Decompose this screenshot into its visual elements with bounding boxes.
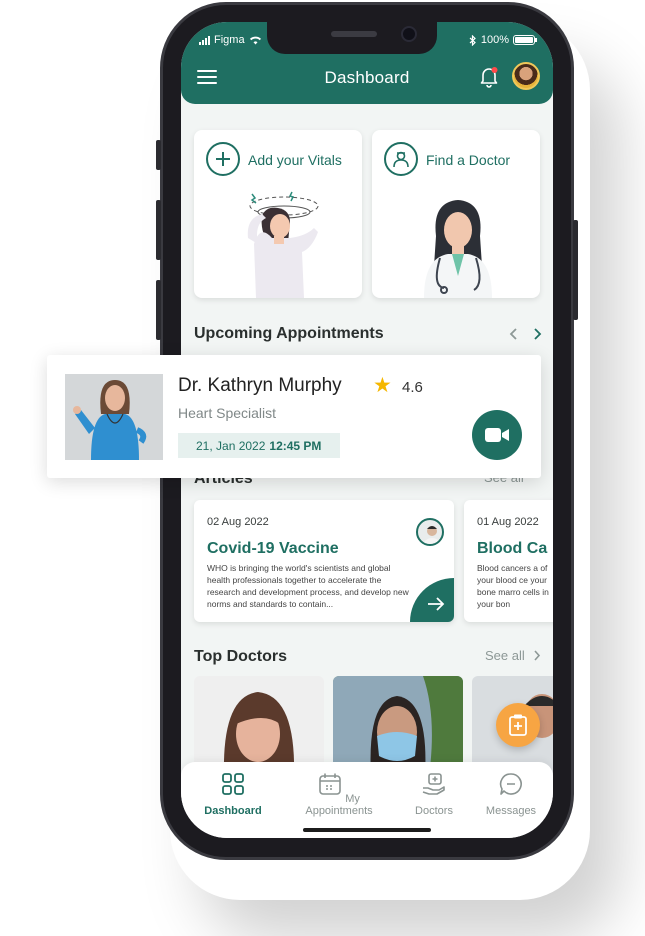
nav-my-appointments[interactable]: My Appointments: [289, 772, 389, 817]
find-doctor-card[interactable]: Find a Doctor: [372, 130, 540, 298]
appointment-time: 12:45 PM: [269, 438, 322, 453]
article-date: 02 Aug 2022: [207, 516, 269, 528]
doctor-photo: [65, 374, 163, 460]
prev-arrow-icon[interactable]: [509, 327, 519, 341]
doctor-card[interactable]: [333, 676, 463, 776]
nav-label: Messages: [485, 805, 537, 817]
article-card[interactable]: 02 Aug 2022 Covid-19 Vaccine WHO is brin…: [194, 500, 454, 622]
article-title: Covid-19 Vaccine: [207, 540, 339, 557]
clipboard-plus-icon: [509, 714, 527, 736]
bluetooth-icon: [469, 34, 476, 46]
top-doctors-title: Top Doctors: [194, 648, 288, 665]
doctor-name: Dr. Kathryn Murphy: [178, 375, 342, 396]
appointment-date: 21, Jan 2022: [196, 438, 266, 453]
video-camera-icon: [485, 428, 509, 442]
app-header: Figma 100% Dashboard: [181, 22, 553, 104]
appointments-title: Upcoming Appointments: [194, 325, 384, 342]
volume-down-button: [156, 280, 161, 340]
carrier-name: Figma: [214, 34, 245, 46]
status-right: 100%: [469, 34, 537, 46]
video-call-button[interactable]: [472, 410, 522, 460]
top-doctors-see-all[interactable]: See all: [485, 648, 525, 663]
avatar[interactable]: [512, 62, 540, 90]
calendar-icon: [319, 773, 341, 795]
bell-icon[interactable]: [479, 66, 499, 88]
doctor-hand-icon: [422, 773, 445, 795]
doctor-rating: 4.6: [402, 379, 423, 396]
doctor-photo: [333, 676, 463, 776]
author-avatar: [416, 518, 444, 546]
mute-switch: [156, 140, 161, 170]
add-vitals-card[interactable]: Add your Vitals: [194, 130, 362, 298]
clipboard-fab-button[interactable]: [496, 703, 540, 747]
article-body: WHO is bringing the world's scientists a…: [207, 563, 409, 609]
chevron-right-icon[interactable]: [533, 649, 541, 662]
wifi-icon: [249, 36, 261, 45]
plus-icon: [206, 142, 240, 176]
appointment-datetime: 21, Jan 2022 12:45 PM: [178, 433, 340, 458]
power-button: [573, 220, 578, 320]
nav-label: My Appointments: [305, 793, 373, 817]
notch: [267, 22, 437, 54]
find-doctor-label: Find a Doctor: [426, 152, 511, 168]
bottom-nav: Dashboard My Appointments Doctors Messag…: [181, 762, 553, 838]
volume-up-button: [156, 200, 161, 260]
nav-dashboard[interactable]: Dashboard: [201, 772, 265, 817]
dizzy-person-illustration: [247, 191, 319, 298]
signal-icon: [199, 35, 210, 45]
doctor-icon: [384, 142, 418, 176]
dashboard-icon: [222, 773, 244, 795]
add-vitals-label: Add your Vitals: [248, 152, 342, 168]
home-indicator: [303, 828, 431, 832]
next-arrow-icon[interactable]: [532, 327, 542, 341]
doctor-specialty: Heart Specialist: [178, 405, 277, 421]
doctor-illustration: [424, 200, 492, 298]
doctor-card[interactable]: [194, 676, 324, 776]
star-icon: ★: [373, 374, 392, 397]
article-body: Blood cancers a of your blood ce your bo…: [477, 563, 549, 609]
nav-label: Dashboard: [204, 805, 262, 817]
article-card[interactable]: 01 Aug 2022 Blood Ca Blood cancers a of …: [464, 500, 553, 622]
nav-doctors[interactable]: Doctors: [409, 772, 459, 817]
battery-percent: 100%: [480, 34, 509, 46]
carrier: Figma: [199, 34, 262, 46]
battery-icon: [513, 35, 537, 45]
message-icon: [499, 773, 522, 795]
doctor-photo: [223, 692, 295, 776]
article-title: Blood Ca: [477, 540, 548, 557]
nav-messages[interactable]: Messages: [479, 772, 543, 817]
article-date: 01 Aug 2022: [477, 516, 539, 528]
read-more-button[interactable]: [410, 578, 454, 622]
appointment-card[interactable]: Dr. Kathryn Murphy Heart Specialist ★ 4.…: [47, 355, 541, 478]
nav-label: Doctors: [415, 805, 453, 817]
arrow-right-icon: [428, 597, 445, 611]
